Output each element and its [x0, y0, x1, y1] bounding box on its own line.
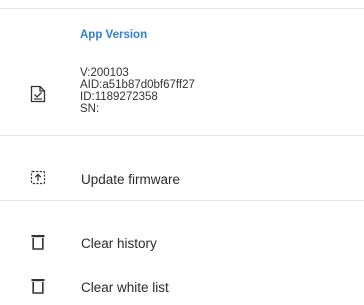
clear-white-list-row[interactable]: [0, 265, 364, 305]
document-check-icon: [30, 85, 46, 103]
firmware-divider: [0, 200, 364, 201]
trash-icon[interactable]: [30, 277, 46, 295]
update-firmware-label[interactable]: Update firmware: [81, 172, 180, 187]
app-version-section: [0, 9, 364, 135]
app-version-title: App Version: [80, 29, 148, 41]
clear-white-list-label[interactable]: Clear white list: [81, 280, 169, 295]
sn-text: SN:: [80, 103, 100, 115]
update-firmware-row[interactable]: [0, 160, 364, 200]
id-text: ID:1189272358: [80, 91, 158, 103]
version-text: V:200103: [80, 67, 129, 79]
section-divider: [0, 135, 364, 136]
upload-icon[interactable]: [30, 169, 46, 187]
clear-history-row[interactable]: [0, 225, 364, 265]
aid-text: AID:a51b87d0bf67ff27: [80, 79, 195, 91]
trash-icon[interactable]: [30, 233, 46, 251]
clear-history-label[interactable]: Clear history: [81, 236, 157, 251]
